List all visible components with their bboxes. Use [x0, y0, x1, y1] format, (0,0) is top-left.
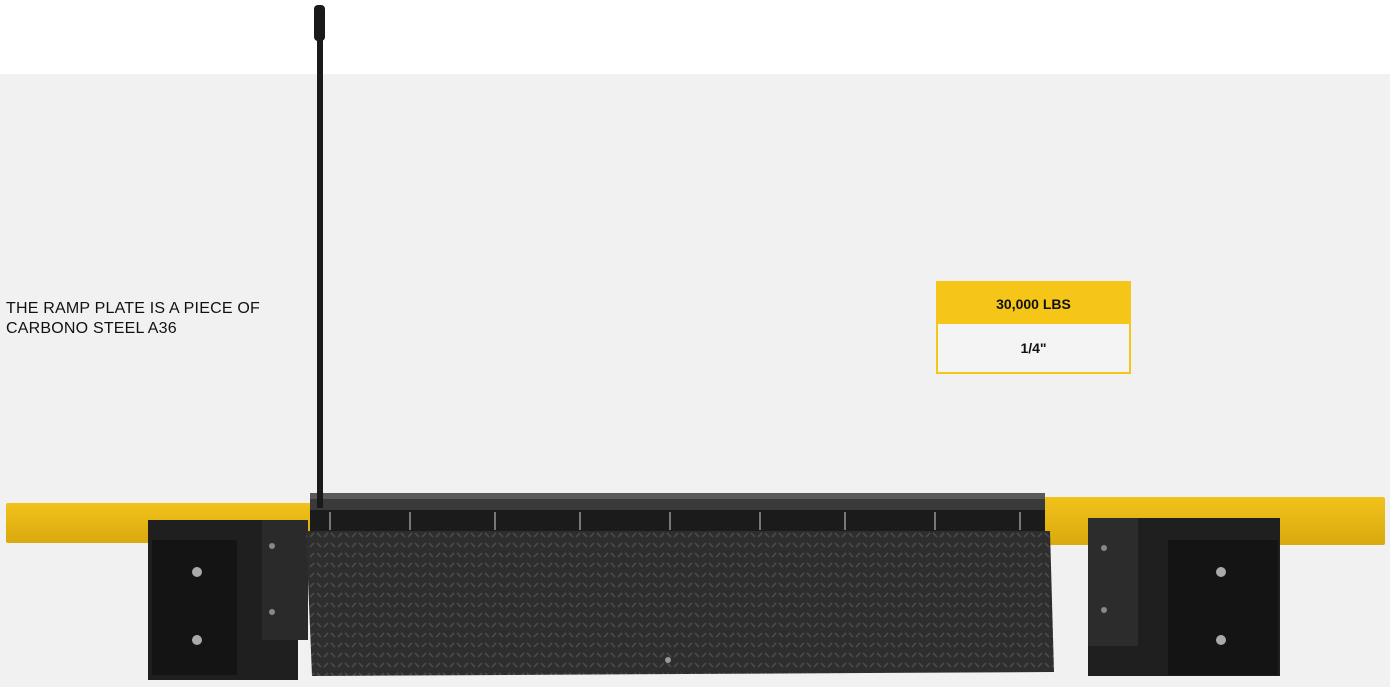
right-bumper [1088, 518, 1280, 676]
ramp-plate-caption: THE RAMP PLATE IS A PIECE OF CARBONO STE… [6, 299, 316, 339]
lip-plate [306, 531, 1054, 676]
caption-line-2: CARBONO STEEL A36 [6, 320, 177, 337]
plate-thickness-label: 1/4" [1020, 340, 1047, 356]
spec-table: 30,000 LBS 1/4" [936, 281, 1131, 374]
caption-line-1: THE RAMP PLATE IS A PIECE OF [6, 300, 260, 317]
capacity-label: 30,000 LBS [938, 283, 1129, 324]
left-bumper [148, 520, 308, 680]
pull-chain-rod-icon [314, 5, 325, 508]
dock-leveler-image [6, 5, 1385, 680]
